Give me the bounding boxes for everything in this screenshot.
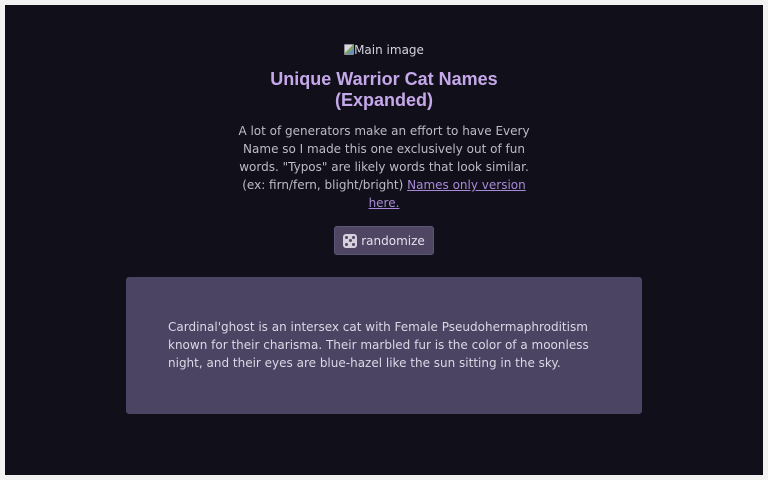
- page-title-line1: Unique Warrior Cat Names: [270, 69, 498, 89]
- description: A lot of generators make an effort to ha…: [234, 122, 534, 212]
- result-text: Cardinal'ghost is an intersex cat with F…: [168, 320, 589, 370]
- main-image-alt-text: Main image: [354, 43, 424, 57]
- main-image: Main image: [5, 42, 763, 58]
- randomize-label: randomize: [361, 233, 425, 248]
- dice-icon: [343, 233, 358, 248]
- randomize-button[interactable]: randomize: [334, 226, 434, 255]
- result-card: Cardinal'ghost is an intersex cat with F…: [126, 277, 642, 414]
- page-title: Unique Warrior Cat Names (Expanded): [5, 69, 763, 111]
- page-frame: Main image Unique Warrior Cat Names (Exp…: [5, 5, 763, 475]
- page-title-line2: (Expanded): [334, 90, 433, 110]
- broken-image-icon: [344, 44, 355, 55]
